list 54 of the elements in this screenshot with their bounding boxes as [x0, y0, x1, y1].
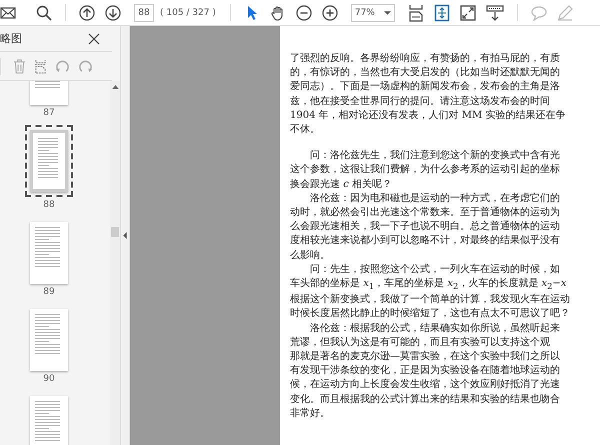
page-number: 87	[43, 108, 55, 118]
collapse-arrow-icon[interactable]	[123, 232, 127, 239]
scroll-up-icon[interactable]	[112, 85, 118, 89]
text-line: 的，有惊讶的，当然也有大受启发的（比如当时还默默无闻的	[290, 66, 560, 80]
text-line: 兹，他在接受全世界同行的提问。请注意这场发布会的时间	[290, 94, 550, 109]
close-icon[interactable]	[88, 32, 100, 44]
text-line: 这个参数，这很让我们费解，为什么参考系的运动引起的坐标	[290, 163, 560, 178]
text-line: 么会跟光速相关，我一下子也说不明白。总之普通物体的运动	[290, 220, 560, 234]
text-line: 荒谬，但我认为这是有可能的，而且有实验可以支持这个观	[290, 336, 550, 350]
page-thumbnail[interactable]	[30, 222, 68, 284]
text-line: 不休。	[290, 123, 320, 138]
text-line: 非常好。	[290, 406, 330, 421]
text-line: 换会跟光速 c 相关呢？	[290, 178, 392, 192]
scroll-thumb[interactable]	[111, 227, 119, 237]
page-count: ( 105 / 327 )	[160, 8, 216, 18]
mail-icon[interactable]	[0, 4, 16, 20]
previous-page-icon[interactable]	[79, 4, 95, 20]
caret-icon	[384, 10, 391, 14]
text-line: 问：先生，按照您这个公式，一列火车在运动的时候，如	[309, 262, 560, 277]
text-line: 度相较光速来说都小到可以忽略不计，对最终的结果似乎没有	[290, 234, 560, 248]
search-icon[interactable]	[36, 4, 52, 20]
text-line: 候，在运动方向上长度会发生收缩，这个效应刚好抵消了光速	[290, 378, 560, 392]
panel-title: 略图	[0, 31, 22, 46]
text-line: 变化。而且根据我的公式计算出来的结果和实验的结果也吻合	[290, 392, 560, 407]
text-line: 时候长度居然比静止的时候缩短了，这也有点太不可思议了吧？	[290, 307, 570, 322]
full-screen-icon[interactable]	[460, 4, 476, 20]
zoom-dropdown[interactable]: 77%	[350, 4, 395, 22]
extract-pages-icon[interactable]	[34, 58, 47, 74]
text-line: 了强烈的反响。各界纷纷响应，有赞扬的，有拍马屁的，有质	[290, 52, 560, 66]
page-number: 90	[43, 374, 55, 384]
text-line: 动时，就必然会引出光速这个常数来。至于普通物体的运动为	[290, 206, 560, 220]
collapse-handle[interactable]	[121, 26, 130, 445]
page-thumbnail[interactable]	[30, 396, 68, 445]
scrollbar[interactable]	[110, 81, 120, 445]
text-line: 车头部的坐标是 x$_{1}$，车尾的坐标是 x$_{2}$，火车的长度就是 x$_{2}$−x	[290, 277, 566, 294]
scroll-mode-icon[interactable]	[486, 4, 504, 20]
page-number: 88	[43, 200, 55, 210]
zoom-in-icon[interactable]	[322, 4, 338, 20]
text-line: 么影响。	[290, 248, 330, 263]
text-line: 1904 年，相对论还没有发表，人们对 MM 实验的结果还在争	[290, 108, 566, 123]
fit-width-icon[interactable]	[408, 4, 424, 22]
text-line: 爱同志）。下面是一场虚构的新闻发布会，发布会的主角是洛	[290, 80, 560, 94]
page-thumbnail[interactable]	[30, 309, 68, 371]
text-line: 问：洛伦兹先生，我们注意到您这个新的变换式中含有光	[309, 149, 560, 164]
text-line: 洛伦兹：根据我的公式，结果确实如你所说，虽然听起来	[309, 322, 560, 336]
next-page-icon[interactable]	[105, 4, 121, 20]
page-number-field[interactable]: 88	[134, 4, 154, 22]
text-line: 那就是著名的麦克尔逊—莫雷实验，在这个实验中我们之所以	[290, 350, 560, 364]
zoom-out-icon[interactable]	[296, 4, 312, 20]
page-number: 89	[43, 287, 55, 297]
text-line: 根据这个新变换式，我做了一个简单的计算，我发现火车在运动	[290, 293, 570, 308]
fit-page-icon[interactable]	[434, 4, 450, 22]
text-line: 有发现干涉条纹的变化，正是因为实验设备在随着地球运动的	[290, 364, 560, 378]
text-line: 洛伦兹：因为电和磁也是运动的一种方式，在考虑它们的	[309, 192, 560, 206]
